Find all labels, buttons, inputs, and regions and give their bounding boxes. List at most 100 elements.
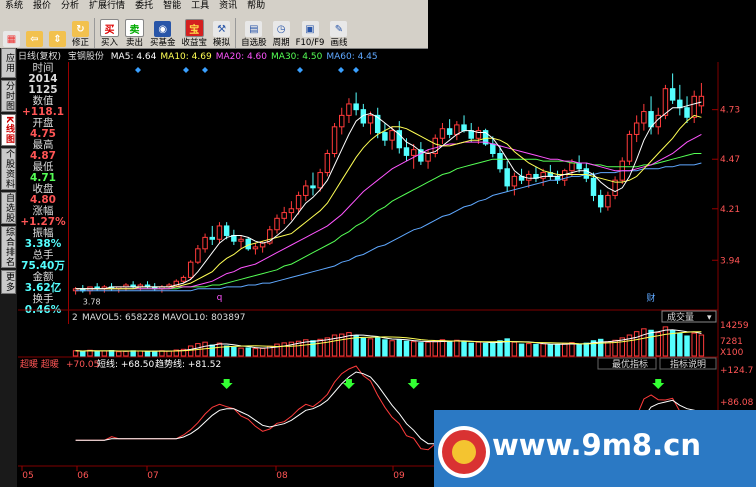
volume-axis-label: X100 (720, 348, 744, 358)
candle-body (288, 208, 295, 214)
candle-body (504, 168, 510, 187)
watermark-logo-icon (438, 426, 490, 478)
volume-bar (252, 348, 259, 357)
candle-body (605, 194, 611, 208)
candle-body (576, 162, 582, 170)
volume-bar (518, 343, 525, 357)
volume-bar (446, 340, 453, 357)
x-axis-label: 06 (77, 471, 89, 481)
candle-body (526, 173, 532, 181)
event-diamond-icon (202, 67, 208, 73)
volume-bar (137, 350, 144, 357)
price-tick-label: 4.73 (720, 106, 740, 116)
candle-body (389, 130, 395, 141)
candle-body (425, 153, 431, 162)
candle-body (468, 130, 474, 139)
volume-bar (633, 331, 640, 357)
candle-body (346, 103, 352, 116)
volume-bar (540, 343, 546, 357)
volume-bar (468, 342, 474, 357)
volume-bar (605, 341, 611, 357)
volume-bar (310, 340, 316, 357)
x-axis-label: 09 (393, 471, 405, 481)
volume-bar (94, 350, 100, 357)
candle-body (310, 185, 316, 189)
candle-body (216, 225, 223, 240)
candle-body (677, 99, 683, 109)
volume-bar (454, 339, 460, 357)
candle-body (626, 133, 633, 162)
green-arrow-icon (220, 379, 233, 389)
volume-axis-label: 14259 (720, 321, 749, 331)
volume-bar (562, 343, 568, 357)
candle-body (684, 107, 690, 118)
indicator-trend-line: 趋势线: +81.52 (155, 358, 221, 370)
volume-bar (231, 346, 237, 357)
indicator-value: +70.05 (66, 360, 99, 370)
watermark-text: www.9m8.cn (492, 428, 701, 462)
volume-bar (367, 338, 374, 357)
event-diamond-icon (353, 67, 359, 73)
volume-bar (360, 337, 367, 357)
low-price-label: 3.78 (83, 298, 101, 307)
candle-body (209, 236, 215, 240)
candle-body (590, 177, 597, 196)
volume-bar (569, 342, 575, 357)
volume-bar (281, 342, 287, 357)
volume-bar (116, 351, 122, 357)
volume-bar (418, 342, 424, 357)
volume-bar (101, 350, 108, 357)
best-indicator-label: 最优指标 (612, 358, 648, 370)
volume-bar (324, 337, 331, 357)
candle-body (641, 111, 647, 124)
candle-body (274, 217, 280, 231)
volume-bar (72, 350, 79, 357)
candle-body (367, 114, 374, 124)
candle-body (691, 95, 697, 118)
candle-body (317, 172, 323, 189)
volume-bar (490, 342, 496, 357)
indicator-name: 超暖 超暖 (20, 358, 59, 370)
volume-bar (389, 340, 395, 357)
candle-body (403, 147, 410, 156)
indicator-help-label: 指标说明 (670, 358, 706, 370)
volume-bar (317, 338, 323, 357)
candle-body (259, 242, 266, 248)
volume-bar (677, 332, 683, 357)
volume-bar (353, 334, 359, 357)
volume-bar (533, 343, 539, 357)
volume-bar (166, 350, 172, 357)
volume-bar (432, 340, 438, 357)
candle-body (331, 126, 338, 154)
volume-bar (403, 340, 410, 357)
candle-body (698, 95, 705, 107)
x-axis-label: 05 (22, 471, 33, 481)
volume-bar (583, 342, 590, 357)
candle-body (202, 236, 208, 250)
price-tick-label: 4.47 (720, 155, 740, 165)
candle-body (669, 88, 676, 101)
volume-bar (698, 334, 705, 357)
candle-body (339, 114, 345, 128)
volume-bar (439, 339, 446, 357)
volume-pane-index: 2 (72, 313, 78, 323)
volume-bar (223, 345, 230, 357)
volume-bar (641, 328, 647, 357)
candle-body (511, 175, 518, 187)
volume-bar (662, 326, 669, 357)
volume-bar (425, 341, 431, 357)
candle-body (195, 248, 201, 263)
candle-body (187, 261, 194, 278)
event-diamond-icon (135, 67, 141, 73)
volume-bar (245, 347, 251, 357)
candle-body (410, 149, 417, 156)
candle-body (633, 122, 640, 135)
candle-body (180, 276, 187, 282)
candle-body (497, 153, 503, 170)
candle-body (461, 124, 467, 132)
volume-bar (374, 336, 381, 357)
volume-bar (259, 347, 266, 357)
candle-body (569, 162, 575, 172)
event-diamond-icon (338, 67, 344, 73)
volume-bar (396, 339, 403, 357)
